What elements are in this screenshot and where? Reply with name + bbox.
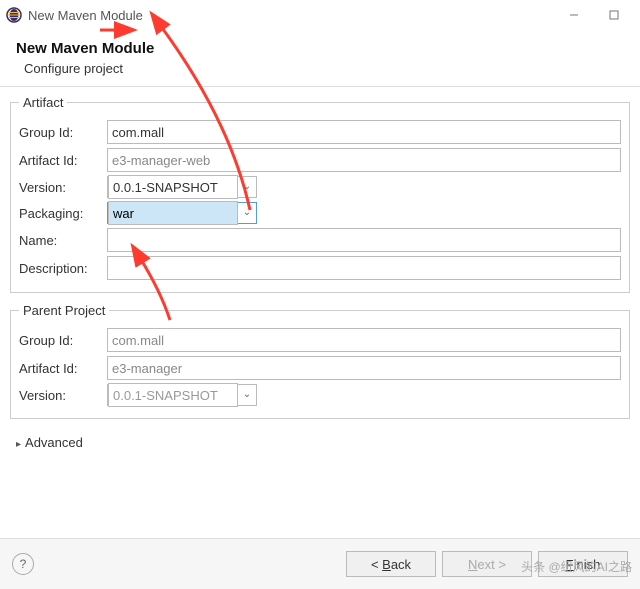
next-button: Next > bbox=[442, 551, 532, 577]
window-titlebar: New Maven Module bbox=[0, 0, 640, 30]
chevron-down-icon[interactable]: ⌄ bbox=[238, 177, 256, 197]
maximize-button[interactable] bbox=[594, 1, 634, 29]
back-button[interactable]: < Back bbox=[346, 551, 436, 577]
artifact-id-label: Artifact Id: bbox=[19, 153, 107, 168]
artifact-legend: Artifact bbox=[19, 95, 67, 110]
wizard-footer: ? < Back Next > Finish bbox=[0, 538, 640, 589]
advanced-expander[interactable]: ▸ Advanced bbox=[10, 429, 630, 456]
parent-version-combo: ⌄ bbox=[107, 384, 257, 406]
parent-version-label: Version: bbox=[19, 388, 107, 403]
packaging-label: Packaging: bbox=[19, 206, 107, 221]
parent-artifact-id-input bbox=[107, 356, 621, 380]
page-title: New Maven Module bbox=[16, 40, 624, 57]
minimize-button[interactable] bbox=[554, 1, 594, 29]
parent-group-id-input bbox=[107, 328, 621, 352]
description-label: Description: bbox=[19, 261, 107, 276]
packaging-input[interactable] bbox=[108, 201, 238, 225]
name-label: Name: bbox=[19, 233, 107, 248]
parent-legend: Parent Project bbox=[19, 303, 109, 318]
eclipse-icon bbox=[6, 7, 22, 23]
chevron-down-icon: ⌄ bbox=[238, 385, 256, 405]
advanced-label: Advanced bbox=[25, 435, 83, 450]
artifact-id-input bbox=[107, 148, 621, 172]
description-input[interactable] bbox=[107, 256, 621, 280]
version-label: Version: bbox=[19, 180, 107, 195]
help-icon[interactable]: ? bbox=[12, 553, 34, 575]
triangle-right-icon: ▸ bbox=[16, 439, 21, 450]
name-input[interactable] bbox=[107, 228, 621, 252]
version-input[interactable] bbox=[108, 175, 238, 199]
wizard-header: New Maven Module Configure project bbox=[0, 30, 640, 87]
page-subtitle: Configure project bbox=[24, 61, 624, 76]
group-id-label: Group Id: bbox=[19, 125, 107, 140]
chevron-down-icon[interactable]: ⌄ bbox=[238, 203, 256, 223]
parent-group-id-label: Group Id: bbox=[19, 333, 107, 348]
parent-version-input bbox=[108, 383, 238, 407]
packaging-combo[interactable]: ⌄ bbox=[107, 202, 257, 224]
version-combo[interactable]: ⌄ bbox=[107, 176, 257, 198]
window-title: New Maven Module bbox=[28, 8, 554, 23]
parent-artifact-id-label: Artifact Id: bbox=[19, 361, 107, 376]
group-id-input[interactable] bbox=[107, 120, 621, 144]
parent-project-group: Parent Project Group Id: Artifact Id: Ve… bbox=[10, 303, 630, 419]
artifact-group: Artifact Group Id: Artifact Id: Version:… bbox=[10, 95, 630, 293]
finish-button[interactable]: Finish bbox=[538, 551, 628, 577]
